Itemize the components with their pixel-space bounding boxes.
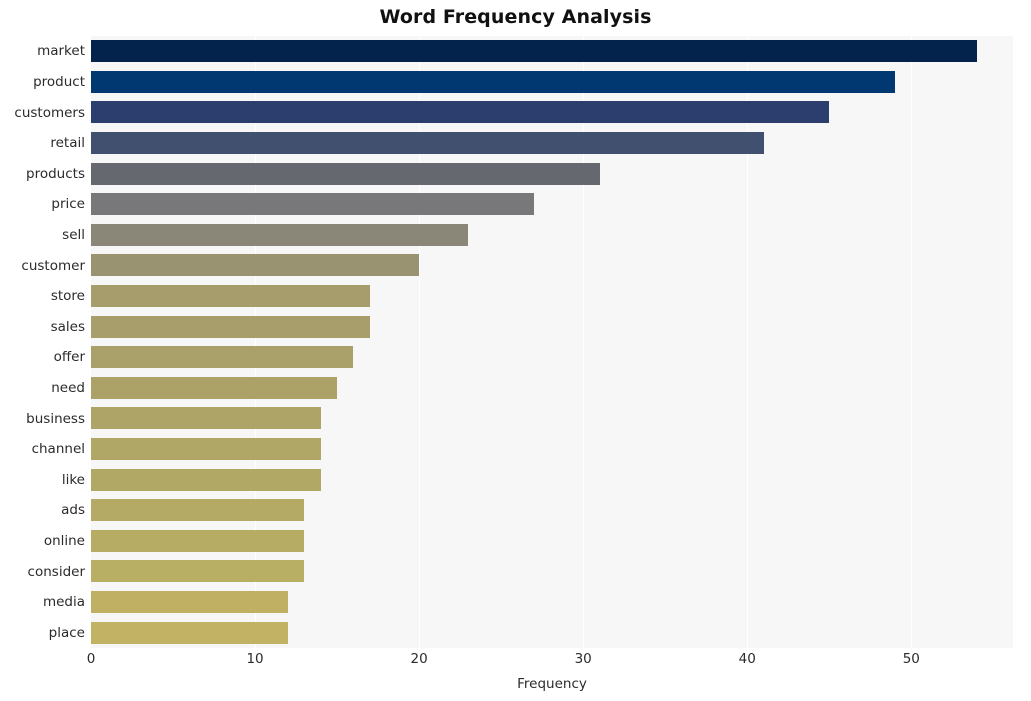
bar-product	[91, 70, 895, 93]
x-tick-label-10: 10	[246, 651, 264, 667]
y-axis-tick-labels: market product customers retail products pric…	[0, 36, 85, 648]
bar-media	[91, 591, 288, 614]
y-tick-label-online: online	[43, 532, 85, 549]
word-frequency-bar-chart: Word Frequency Analysis market product cus…	[0, 0, 1031, 701]
bars-layer	[91, 36, 1013, 648]
bar-business	[91, 407, 321, 430]
y-tick-label-media: media	[42, 594, 85, 611]
bar-like	[91, 468, 321, 491]
y-tick-label-like: like	[61, 471, 85, 488]
y-tick-label-ads: ads	[61, 502, 85, 519]
bar-channel	[91, 438, 321, 461]
x-tick-label-0: 0	[86, 651, 96, 667]
bar-retail	[91, 132, 764, 155]
y-tick-label-market: market	[37, 43, 85, 60]
bar-customer	[91, 254, 420, 277]
bar-need	[91, 376, 338, 399]
bar-price	[91, 193, 534, 216]
bar-products	[91, 162, 600, 185]
x-axis-title: Frequency	[517, 676, 587, 692]
x-tick-label-30: 30	[574, 651, 592, 667]
y-tick-label-products: products	[26, 165, 85, 182]
bar-place	[91, 621, 288, 644]
x-tick-label-50: 50	[902, 651, 920, 667]
y-tick-label-sales: sales	[50, 318, 85, 335]
x-tick-label-40: 40	[738, 651, 756, 667]
y-tick-label-customers: customers	[14, 104, 85, 121]
plot-area	[91, 36, 1013, 648]
y-tick-label-sell: sell	[62, 226, 85, 243]
y-tick-label-retail: retail	[50, 135, 85, 152]
y-tick-label-price: price	[51, 196, 85, 213]
y-tick-label-place: place	[48, 624, 85, 641]
bar-store	[91, 285, 370, 308]
y-tick-label-channel: channel	[31, 441, 85, 458]
bar-customers	[91, 101, 830, 124]
y-tick-label-need: need	[51, 379, 85, 396]
bar-sales	[91, 315, 370, 338]
chart-title: Word Frequency Analysis	[379, 6, 652, 28]
y-tick-label-business: business	[26, 410, 85, 427]
y-tick-label-store: store	[50, 288, 85, 305]
bar-consider	[91, 560, 305, 583]
y-tick-label-product: product	[33, 73, 85, 90]
y-tick-label-customer: customer	[21, 257, 85, 274]
y-tick-label-offer: offer	[53, 349, 85, 366]
bar-market	[91, 40, 977, 63]
bar-offer	[91, 346, 354, 369]
x-axis-tick-labels: 0 10 20 30 40 50	[0, 651, 1031, 673]
x-tick-label-20: 20	[410, 651, 428, 667]
y-tick-label-consider: consider	[27, 563, 85, 580]
bar-ads	[91, 499, 305, 522]
bar-sell	[91, 223, 469, 246]
bar-online	[91, 529, 305, 552]
